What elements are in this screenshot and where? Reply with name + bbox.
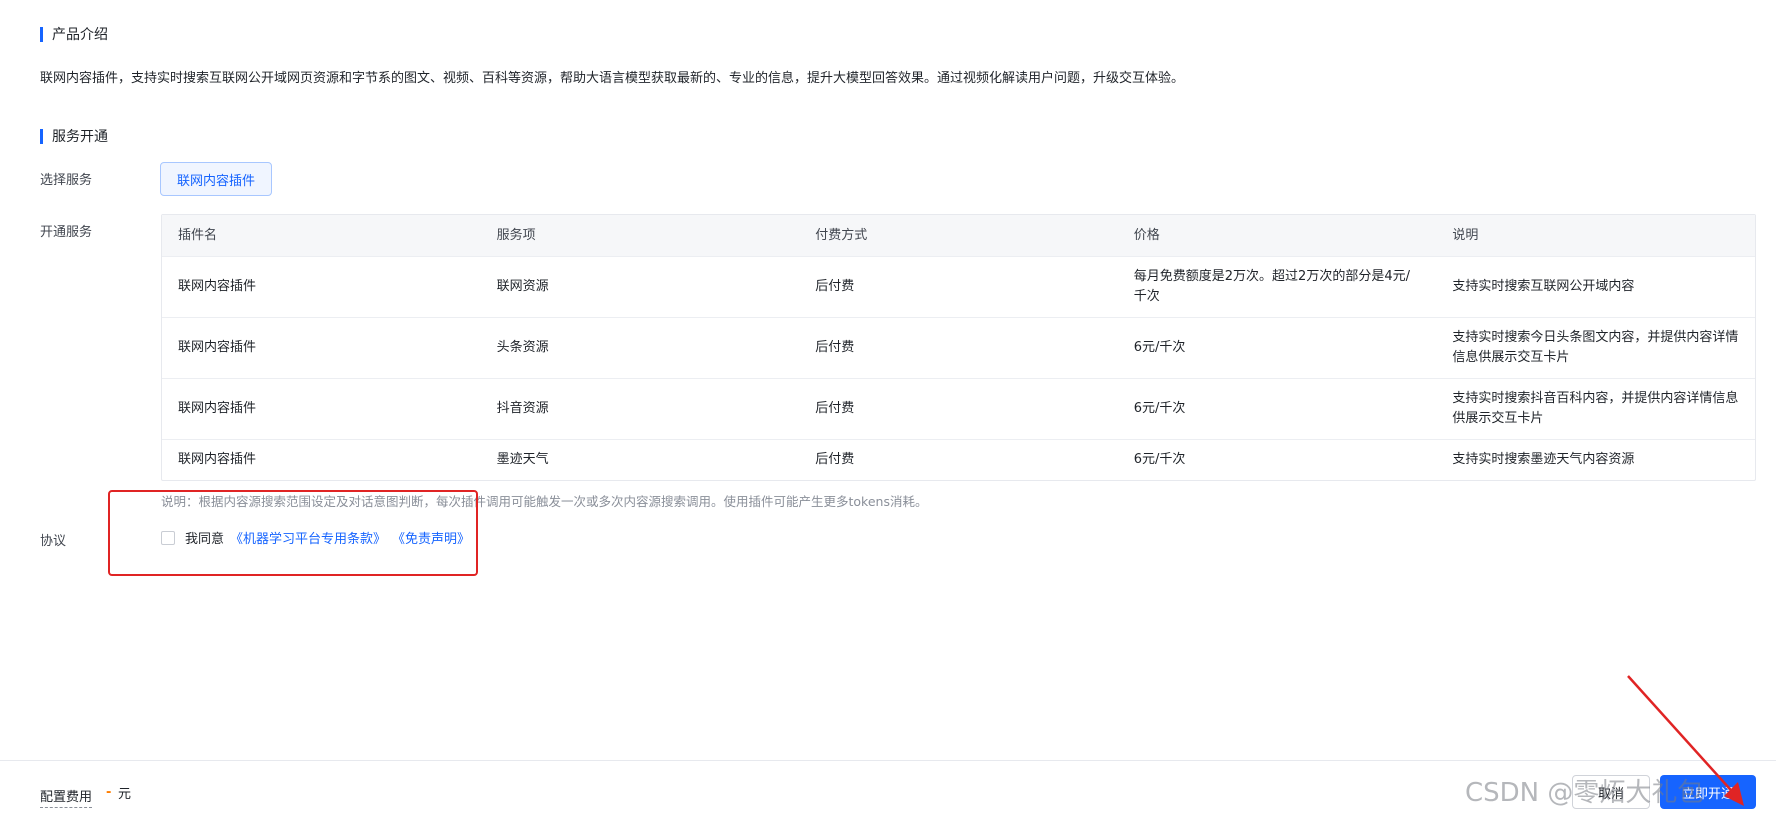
- service-heading-text: 服务开通: [52, 129, 108, 145]
- table-header-cell: 服务项: [496, 227, 536, 243]
- config-fee-label: 配置费用: [40, 786, 93, 808]
- service-table: 插件名 服务项 付费方式 价格 说明 联网内容插件 联网资源 后付费 每月免费额…: [161, 214, 1756, 481]
- agreement-label: 协议: [40, 534, 67, 549]
- table-header-row: 插件名 服务项 付费方式 价格 说明: [162, 215, 1755, 257]
- section-heading-intro: 产品介绍: [40, 24, 108, 44]
- table-header-cell: 价格: [1133, 227, 1160, 243]
- section-heading-service: 服务开通: [40, 126, 108, 146]
- table-row: 联网内容插件 抖音资源 后付费 6元/千次 支持实时搜索抖音百科内容，并提供内容…: [162, 379, 1755, 440]
- table-row: 联网内容插件 头条资源 后付费 6元/千次 支持实时搜索今日头条图文内容，并提供…: [162, 318, 1755, 379]
- table-cell: 支持实时搜索墨迹天气内容资源: [1452, 452, 1635, 467]
- config-fee-unit: 元: [118, 787, 132, 802]
- table-cell: 支持实时搜索今日头条图文内容，并提供内容详情信息供展示交互卡片: [1452, 330, 1739, 365]
- table-cell: 6元/千次: [1133, 340, 1186, 355]
- table-header-cell: 插件名: [178, 227, 218, 243]
- table-row: 联网内容插件 墨迹天气 后付费 6元/千次 支持实时搜索墨迹天气内容资源: [162, 440, 1755, 480]
- heading-accent-bar: [40, 128, 43, 144]
- footer-divider: [0, 760, 1776, 761]
- table-cell: 抖音资源: [496, 401, 549, 416]
- intro-description: 联网内容插件，支持实时搜索互联网公开域网页资源和字节系的图文、视频、百科等资源，…: [40, 71, 1185, 86]
- table-cell: 每月免费额度是2万次。超过2万次的部分是4元/千次: [1133, 269, 1410, 304]
- table-cell: 联网内容插件: [178, 452, 257, 467]
- watermark-text: CSDN @零炻大礼包: [1465, 778, 1704, 808]
- table-cell: 6元/千次: [1133, 452, 1186, 467]
- table-cell: 头条资源: [496, 340, 549, 355]
- table-cell: 联网内容插件: [178, 340, 257, 355]
- table-cell: 6元/千次: [1133, 401, 1186, 416]
- table-cell: 支持实时搜索抖音百科内容，并提供内容详情信息供展示交互卡片: [1452, 391, 1739, 426]
- table-cell: 墨迹天气: [496, 452, 549, 467]
- table-cell: 后付费: [815, 452, 855, 467]
- heading-accent-bar: [40, 26, 43, 42]
- table-cell: 后付费: [815, 279, 855, 294]
- table-header-cell: 说明: [1452, 227, 1479, 243]
- annotation-highlight-box: [108, 490, 478, 576]
- table-cell: 支持实时搜索互联网公开域内容: [1452, 279, 1635, 294]
- table-cell: 联网资源: [496, 279, 549, 294]
- intro-heading-text: 产品介绍: [52, 27, 108, 43]
- table-header-cell: 付费方式: [815, 227, 868, 243]
- select-service-label: 选择服务: [40, 173, 93, 188]
- config-fee-value: -: [106, 785, 112, 800]
- table-cell: 后付费: [815, 401, 855, 416]
- service-option-chip[interactable]: 联网内容插件: [160, 162, 272, 196]
- table-row: 联网内容插件 联网资源 后付费 每月免费额度是2万次。超过2万次的部分是4元/千…: [162, 257, 1755, 318]
- table-cell: 联网内容插件: [178, 401, 257, 416]
- open-service-label: 开通服务: [40, 225, 93, 240]
- table-cell: 联网内容插件: [178, 279, 257, 294]
- table-cell: 后付费: [815, 340, 855, 355]
